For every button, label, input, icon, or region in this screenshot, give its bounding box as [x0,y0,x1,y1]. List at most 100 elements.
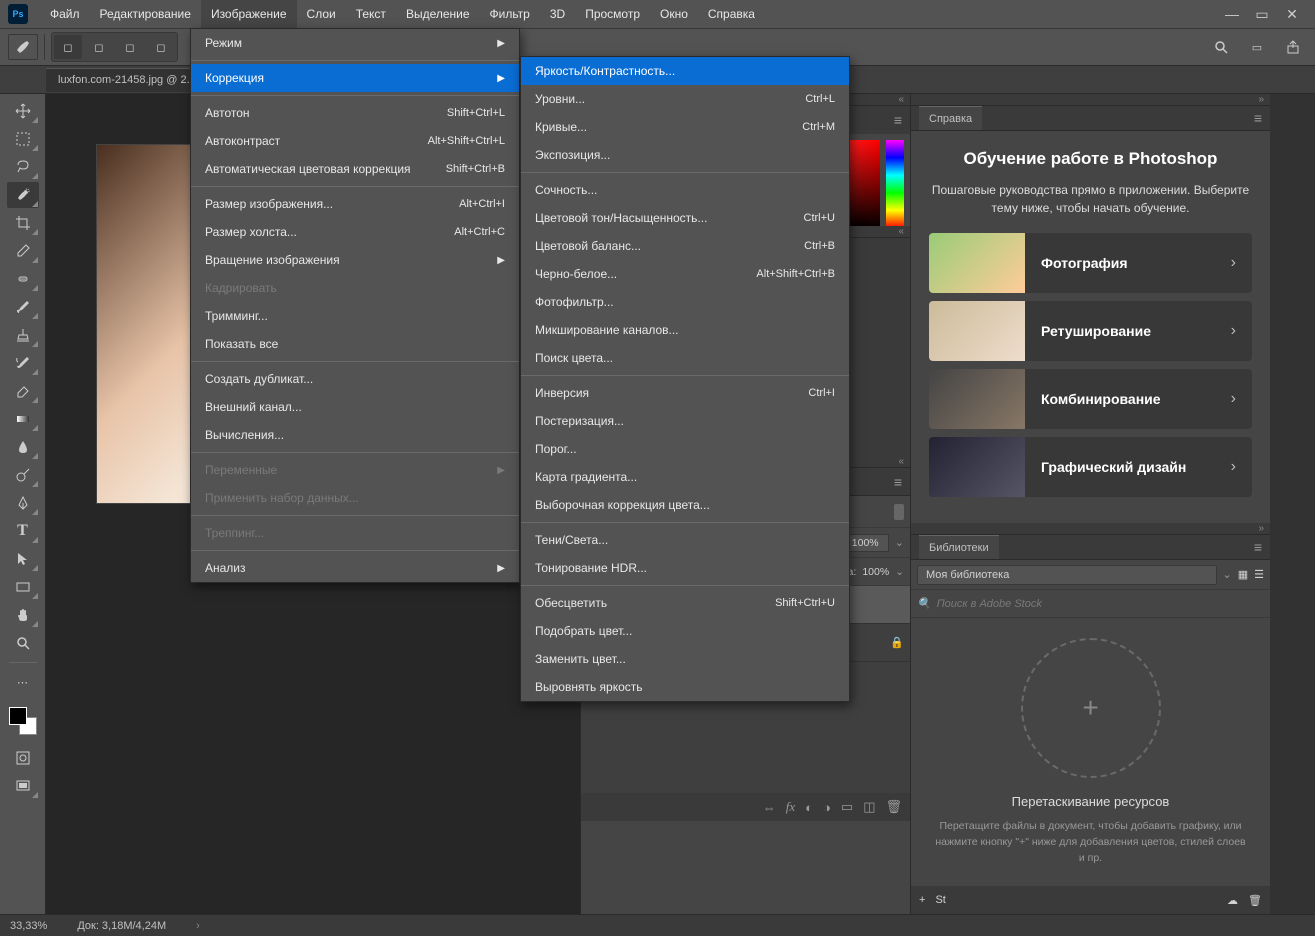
quick-mask-button[interactable] [7,745,39,771]
menu-item[interactable]: Анализ▶ [191,554,519,582]
stock-icon[interactable]: St [935,894,945,906]
menu-item[interactable]: Создать дубликат... [191,365,519,393]
opacity-value[interactable]: 100% [847,534,889,552]
menu-item[interactable]: Вращение изображения▶ [191,246,519,274]
library-dropdown[interactable]: Моя библиотека [917,565,1217,585]
menu-item[interactable]: Постеризация... [521,407,849,435]
hue-slider[interactable] [886,140,904,228]
menu-item[interactable]: Размер изображения...Alt+Ctrl+I [191,190,519,218]
delete-icon[interactable]: 🗑 [1248,894,1262,907]
maximize-button[interactable]: ▭ [1247,4,1277,24]
menu-item[interactable]: Выборочная коррекция цвета... [521,491,849,519]
library-drop-area[interactable]: + Перетаскивание ресурсов Перетащите фай… [911,618,1270,886]
menu-item[interactable]: Автоматическая цветовая коррекцияShift+C… [191,155,519,183]
menu-item[interactable]: Кривые...Ctrl+M [521,113,849,141]
help-card[interactable]: Графический дизайн › [929,437,1252,497]
quick-selection-tool[interactable] [7,182,39,208]
menu-item[interactable]: Тени/Света... [521,526,849,554]
library-search-row[interactable]: 🔍 Поиск в Adobe Stock [911,590,1270,618]
chevron-right-icon[interactable]: › [196,920,200,932]
current-tool-indicator[interactable] [8,34,38,60]
menu-выделение[interactable]: Выделение [396,0,480,28]
selection-subtract-button[interactable]: ◻ [116,35,144,59]
chevron-down-icon[interactable]: ⌄ [895,536,904,549]
filter-toggle-icon[interactable] [894,504,904,520]
menu-item[interactable]: Коррекция▶ [191,64,519,92]
edit-toolbar-button[interactable]: ⋯ [7,669,39,695]
path-selection-tool[interactable] [7,546,39,572]
chevron-down-icon[interactable]: ⌄ [1223,568,1232,581]
move-tool[interactable] [7,98,39,124]
menu-3d[interactable]: 3D [540,0,575,28]
menu-файл[interactable]: Файл [40,0,90,28]
menu-item[interactable]: Заменить цвет... [521,645,849,673]
menu-item[interactable]: Цветовой баланс...Ctrl+B [521,232,849,260]
eraser-tool[interactable] [7,378,39,404]
panel-menu-icon[interactable]: ≡ [1254,539,1262,555]
gradient-tool[interactable] [7,406,39,432]
panel-menu-icon[interactable]: ≡ [894,474,902,490]
menu-item[interactable]: Карта градиента... [521,463,849,491]
selection-add-button[interactable]: ◻ [85,35,113,59]
share-icon[interactable] [1279,35,1307,59]
pen-tool[interactable] [7,490,39,516]
menu-фильтр[interactable]: Фильтр [480,0,540,28]
menu-текст[interactable]: Текст [346,0,396,28]
menu-item[interactable]: Тонирование HDR... [521,554,849,582]
group-icon[interactable]: ▭ [841,799,853,815]
menu-редактирование[interactable]: Редактирование [90,0,201,28]
fill-value[interactable]: 100% [862,566,889,578]
menu-item[interactable]: АвтотонShift+Ctrl+L [191,99,519,127]
tab-libraries[interactable]: Библиотеки [919,535,999,559]
menu-item[interactable]: Цветовой тон/Насыщенность...Ctrl+U [521,204,849,232]
selection-new-button[interactable]: ◻ [54,35,82,59]
doc-info[interactable]: Док: 3,18M/4,24M [77,920,166,932]
help-card[interactable]: Ретуширование › [929,301,1252,361]
hand-tool[interactable] [7,602,39,628]
adjustment-icon[interactable]: ◑ [823,800,831,815]
menu-item[interactable]: Размер холста...Alt+Ctrl+C [191,218,519,246]
menu-item[interactable]: Черно-белое...Alt+Shift+Ctrl+B [521,260,849,288]
zoom-tool[interactable] [7,630,39,656]
grid-view-icon[interactable]: ▦ [1238,568,1248,581]
dodge-tool[interactable] [7,462,39,488]
help-card[interactable]: Комбинирование › [929,369,1252,429]
zoom-level[interactable]: 33,33% [10,920,47,932]
menu-item[interactable]: Подобрать цвет... [521,617,849,645]
minimize-button[interactable]: — [1217,4,1247,24]
menu-item[interactable]: Режим▶ [191,29,519,57]
selection-intersect-button[interactable]: ◻ [147,35,175,59]
healing-tool[interactable] [7,266,39,292]
list-view-icon[interactable]: ☰ [1254,568,1264,581]
rectangle-tool[interactable] [7,574,39,600]
menu-справка[interactable]: Справка [698,0,765,28]
menu-item[interactable]: Тримминг... [191,302,519,330]
menu-item[interactable]: Микширование каналов... [521,316,849,344]
new-layer-icon[interactable]: ◫ [863,799,875,815]
menu-item[interactable]: АвтоконтрастAlt+Shift+Ctrl+L [191,127,519,155]
fx-icon[interactable]: fx [786,799,795,815]
menu-item[interactable]: ОбесцветитьShift+Ctrl+U [521,589,849,617]
search-icon[interactable] [1207,35,1235,59]
crop-tool[interactable] [7,210,39,236]
menu-item[interactable]: Выровнять яркость [521,673,849,701]
type-tool[interactable]: T [7,518,39,544]
screen-mode-button[interactable] [7,773,39,799]
brush-tool[interactable] [7,294,39,320]
menu-слои[interactable]: Слои [297,0,346,28]
close-button[interactable]: ✕ [1277,4,1307,24]
link-layers-icon[interactable]: ⇔ [763,800,776,815]
history-brush-tool[interactable] [7,350,39,376]
workspace-icon[interactable]: ▭ [1243,35,1271,59]
lasso-tool[interactable] [7,154,39,180]
chevron-down-icon[interactable]: ⌄ [895,566,904,578]
menu-item[interactable]: Поиск цвета... [521,344,849,372]
panel-menu-icon[interactable]: ≡ [894,112,902,128]
menu-item[interactable]: Порог... [521,435,849,463]
panel-menu-icon[interactable]: ≡ [1254,110,1262,126]
panel-collapse-bar[interactable]: » [911,94,1270,106]
menu-item[interactable]: Яркость/Контрастность... [521,57,849,85]
cloud-icon[interactable]: ☁ [1227,894,1238,907]
blur-tool[interactable] [7,434,39,460]
panel-collapse-bar[interactable]: » [911,523,1270,535]
